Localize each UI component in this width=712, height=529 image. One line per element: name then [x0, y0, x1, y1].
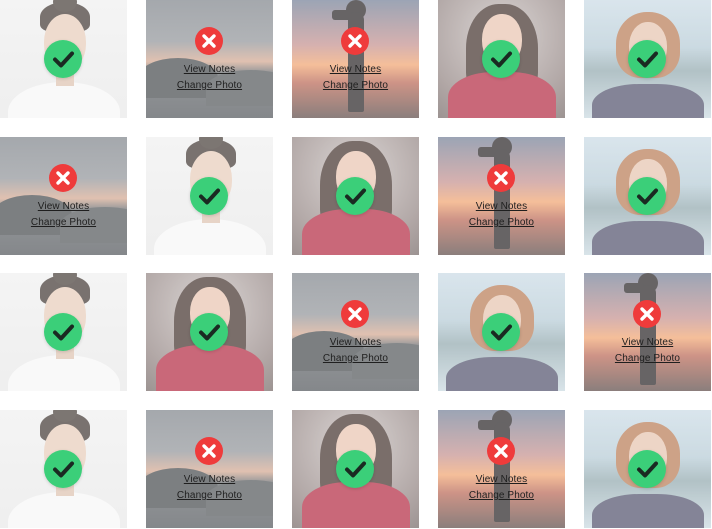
close-icon	[195, 437, 223, 465]
check-icon	[482, 40, 520, 78]
change-photo-link[interactable]: Change Photo	[0, 217, 127, 228]
photo-tile[interactable]: View Notes Change Photo	[438, 137, 565, 255]
close-icon	[487, 437, 515, 465]
view-notes-link[interactable]: View Notes	[292, 64, 419, 75]
photo-tile[interactable]: View Notes Change Photo	[584, 273, 711, 391]
photo-tile[interactable]	[0, 0, 127, 118]
photo-tile[interactable]	[438, 0, 565, 118]
photo-tile[interactable]	[584, 137, 711, 255]
check-icon	[628, 450, 666, 488]
view-notes-link[interactable]: View Notes	[438, 474, 565, 485]
change-photo-link[interactable]: Change Photo	[438, 217, 565, 228]
photo-overlay	[438, 137, 565, 255]
photo-overlay	[146, 0, 273, 118]
photo-overlay	[146, 410, 273, 528]
close-icon	[341, 300, 369, 328]
photo-tile[interactable]	[0, 410, 127, 528]
photo-tile[interactable]	[146, 137, 273, 255]
photo-tile[interactable]	[292, 137, 419, 255]
change-photo-link[interactable]: Change Photo	[292, 80, 419, 91]
close-icon	[341, 27, 369, 55]
photo-overlay	[438, 410, 565, 528]
view-notes-link[interactable]: View Notes	[584, 337, 711, 348]
view-notes-link[interactable]: View Notes	[0, 201, 127, 212]
view-notes-link[interactable]: View Notes	[292, 337, 419, 348]
view-notes-link[interactable]: View Notes	[438, 201, 565, 212]
photo-overlay	[292, 273, 419, 391]
change-photo-link[interactable]: Change Photo	[146, 490, 273, 501]
check-icon	[44, 40, 82, 78]
check-icon	[628, 177, 666, 215]
photo-tile[interactable]	[584, 410, 711, 528]
check-icon	[190, 177, 228, 215]
change-photo-link[interactable]: Change Photo	[584, 353, 711, 364]
photo-tile[interactable]	[584, 0, 711, 118]
change-photo-link[interactable]: Change Photo	[438, 490, 565, 501]
change-photo-link[interactable]: Change Photo	[292, 353, 419, 364]
check-icon	[44, 313, 82, 351]
check-icon	[190, 313, 228, 351]
photo-tile[interactable]	[146, 273, 273, 391]
photo-tile[interactable]: View Notes Change Photo	[146, 410, 273, 528]
view-notes-link[interactable]: View Notes	[146, 474, 273, 485]
photo-tile[interactable]: View Notes Change Photo	[146, 0, 273, 118]
photo-overlay	[584, 273, 711, 391]
photo-tile[interactable]: View Notes Change Photo	[0, 137, 127, 255]
photo-grid: View Notes Change Photo View Notes Change P…	[0, 0, 712, 529]
close-icon	[633, 300, 661, 328]
check-icon	[628, 40, 666, 78]
change-photo-link[interactable]: Change Photo	[146, 80, 273, 91]
photo-tile[interactable]	[292, 410, 419, 528]
view-notes-link[interactable]: View Notes	[146, 64, 273, 75]
close-icon	[195, 27, 223, 55]
check-icon	[336, 450, 374, 488]
check-icon	[44, 450, 82, 488]
photo-overlay	[0, 137, 127, 255]
photo-tile[interactable]	[0, 273, 127, 391]
photo-tile[interactable]: View Notes Change Photo	[438, 410, 565, 528]
photo-tile[interactable]	[438, 273, 565, 391]
photo-overlay	[292, 0, 419, 118]
photo-tile[interactable]: View Notes Change Photo	[292, 273, 419, 391]
close-icon	[487, 164, 515, 192]
check-icon	[336, 177, 374, 215]
close-icon	[49, 164, 77, 192]
photo-tile[interactable]: View Notes Change Photo	[292, 0, 419, 118]
check-icon	[482, 313, 520, 351]
